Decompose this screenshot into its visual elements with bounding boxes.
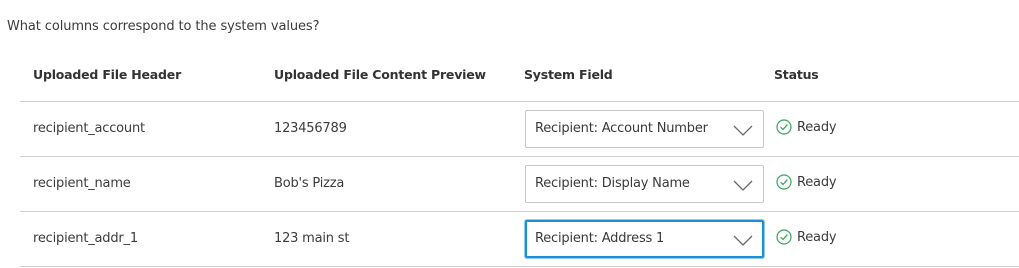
status-label: Ready xyxy=(797,174,837,190)
status-indicator: Ready xyxy=(776,174,837,190)
table-row: recipient_name Bob's Pizza Recipient: Di… xyxy=(20,157,1019,212)
content-preview-cell: Bob's Pizza xyxy=(274,176,345,191)
status-label: Ready xyxy=(797,119,837,135)
content-preview-cell: 123 main st xyxy=(274,231,350,246)
chevron-down-icon xyxy=(733,180,753,191)
header-uploaded-file-header: Uploaded File Header xyxy=(33,67,182,82)
system-field-select[interactable]: Recipient: Address 1 xyxy=(525,220,764,258)
check-circle-icon xyxy=(776,119,792,135)
system-field-select[interactable]: Recipient: Display Name xyxy=(525,165,764,203)
file-header-cell: recipient_addr_1 xyxy=(33,231,138,246)
status-indicator: Ready xyxy=(776,229,837,245)
chevron-down-icon xyxy=(733,125,753,136)
table-row: recipient_account 123456789 Recipient: A… xyxy=(20,102,1019,157)
question-text: What columns correspond to the system va… xyxy=(7,19,320,34)
status-indicator: Ready xyxy=(776,119,837,135)
chevron-down-icon xyxy=(733,235,753,246)
header-status: Status xyxy=(774,67,819,82)
file-header-cell: recipient_account xyxy=(33,121,145,136)
header-system-field: System Field xyxy=(524,67,613,82)
table-row: recipient_addr_1 123 main st Recipient: … xyxy=(20,212,1019,267)
system-field-value: Recipient: Address 1 xyxy=(535,231,665,246)
check-circle-icon xyxy=(776,174,792,190)
system-field-value: Recipient: Account Number xyxy=(535,121,708,136)
table-header: Uploaded File Header Uploaded File Conte… xyxy=(20,56,1019,102)
system-field-value: Recipient: Display Name xyxy=(535,176,690,191)
check-circle-icon xyxy=(776,229,792,245)
system-field-select[interactable]: Recipient: Account Number xyxy=(525,110,764,148)
content-preview-cell: 123456789 xyxy=(274,121,347,136)
file-header-cell: recipient_name xyxy=(33,176,131,191)
status-label: Ready xyxy=(797,229,837,245)
header-content-preview: Uploaded File Content Preview xyxy=(274,67,486,82)
column-mapping-table: Uploaded File Header Uploaded File Conte… xyxy=(20,56,1019,267)
